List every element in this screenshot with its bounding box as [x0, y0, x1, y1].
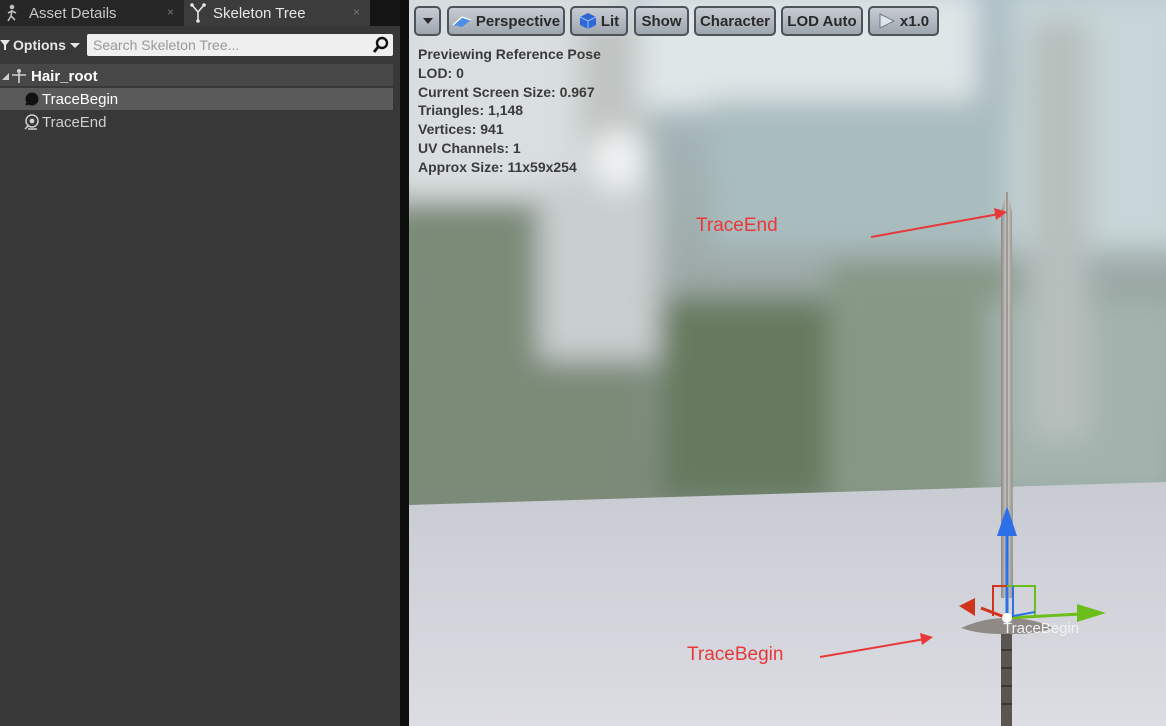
lit-label: Lit	[600, 12, 620, 30]
expand-arrow-icon[interactable]	[1, 72, 10, 81]
playback-speed-button[interactable]: x1.0	[868, 6, 939, 36]
stats-line: UV Channels: 1	[418, 139, 521, 156]
skeleton-tree-icon	[187, 0, 209, 26]
annotation-traceend: TraceEnd	[696, 215, 778, 236]
chevron-down-icon	[422, 18, 433, 24]
tab-label: Skeleton Tree	[213, 4, 306, 22]
search-icon[interactable]	[372, 36, 390, 54]
stats-line: Approx Size: 11x59x254	[418, 158, 577, 175]
skeleton-tree-toolbar: Options	[0, 32, 400, 58]
options-button[interactable]: Options	[0, 35, 81, 55]
stats-line: Current Screen Size: 0.967	[418, 83, 595, 100]
asset-details-icon	[3, 0, 25, 26]
speed-label: x1.0	[899, 12, 930, 30]
perspective-label: Perspective	[475, 12, 561, 30]
preview-viewport[interactable]: Perspective Lit Show Character LOD Auto …	[409, 0, 1166, 726]
panel-splitter[interactable]	[400, 0, 409, 726]
close-icon[interactable]: ×	[353, 5, 360, 19]
character-label: Character	[699, 12, 771, 30]
tab-label: Asset Details	[29, 4, 117, 22]
lit-button[interactable]: Lit	[570, 6, 628, 36]
search-input[interactable]	[87, 34, 357, 56]
play-speed-icon	[879, 13, 896, 29]
viewport-options-button[interactable]	[414, 6, 441, 36]
tree-row-traceend[interactable]: TraceEnd	[0, 111, 393, 133]
viewport-stats: Previewing Reference Pose LOD: 0 Current…	[418, 45, 601, 177]
tree-row-label: TraceEnd	[42, 113, 107, 131]
tab-asset-details[interactable]: Asset Details ×	[0, 0, 184, 26]
socket-icon	[25, 92, 39, 106]
socket-label-tracebegin: TraceBegin	[1003, 620, 1080, 637]
lod-label: LOD Auto	[787, 12, 857, 30]
perspective-button[interactable]: Perspective	[447, 6, 565, 36]
tree-row-tracebegin[interactable]: TraceBegin	[0, 88, 393, 110]
tree-row-label: TraceBegin	[42, 90, 119, 108]
chevron-down-icon	[69, 43, 80, 48]
tree-row-label: Hair_root	[31, 67, 98, 85]
annotation-tracebegin: TraceBegin	[687, 644, 784, 665]
stats-line: Previewing Reference Pose	[418, 46, 601, 62]
stats-line: Vertices: 941	[418, 121, 504, 138]
tree-row-hair-root[interactable]: Hair_root	[0, 65, 393, 87]
close-icon[interactable]: ×	[167, 5, 174, 19]
lit-cube-icon	[579, 13, 597, 29]
character-button[interactable]: Character	[694, 6, 776, 36]
filter-icon	[0, 40, 10, 50]
stats-line: Triangles: 1,148	[418, 102, 524, 119]
preview-floor	[409, 482, 1166, 726]
options-label: Options	[13, 37, 66, 53]
skeleton-tree-panel: Asset Details × Skeleton Tree × Options	[0, 0, 400, 726]
bone-root-icon	[12, 69, 26, 83]
tab-skeleton-tree[interactable]: Skeleton Tree ×	[184, 0, 370, 26]
tab-bar: Asset Details × Skeleton Tree ×	[0, 0, 400, 26]
show-label: Show	[641, 12, 682, 30]
stats-line: LOD: 0	[418, 64, 464, 81]
perspective-icon	[452, 16, 472, 27]
lod-auto-button[interactable]: LOD Auto	[781, 6, 863, 36]
show-button[interactable]: Show	[634, 6, 689, 36]
search-box	[87, 34, 393, 56]
socket-icon	[24, 114, 39, 130]
